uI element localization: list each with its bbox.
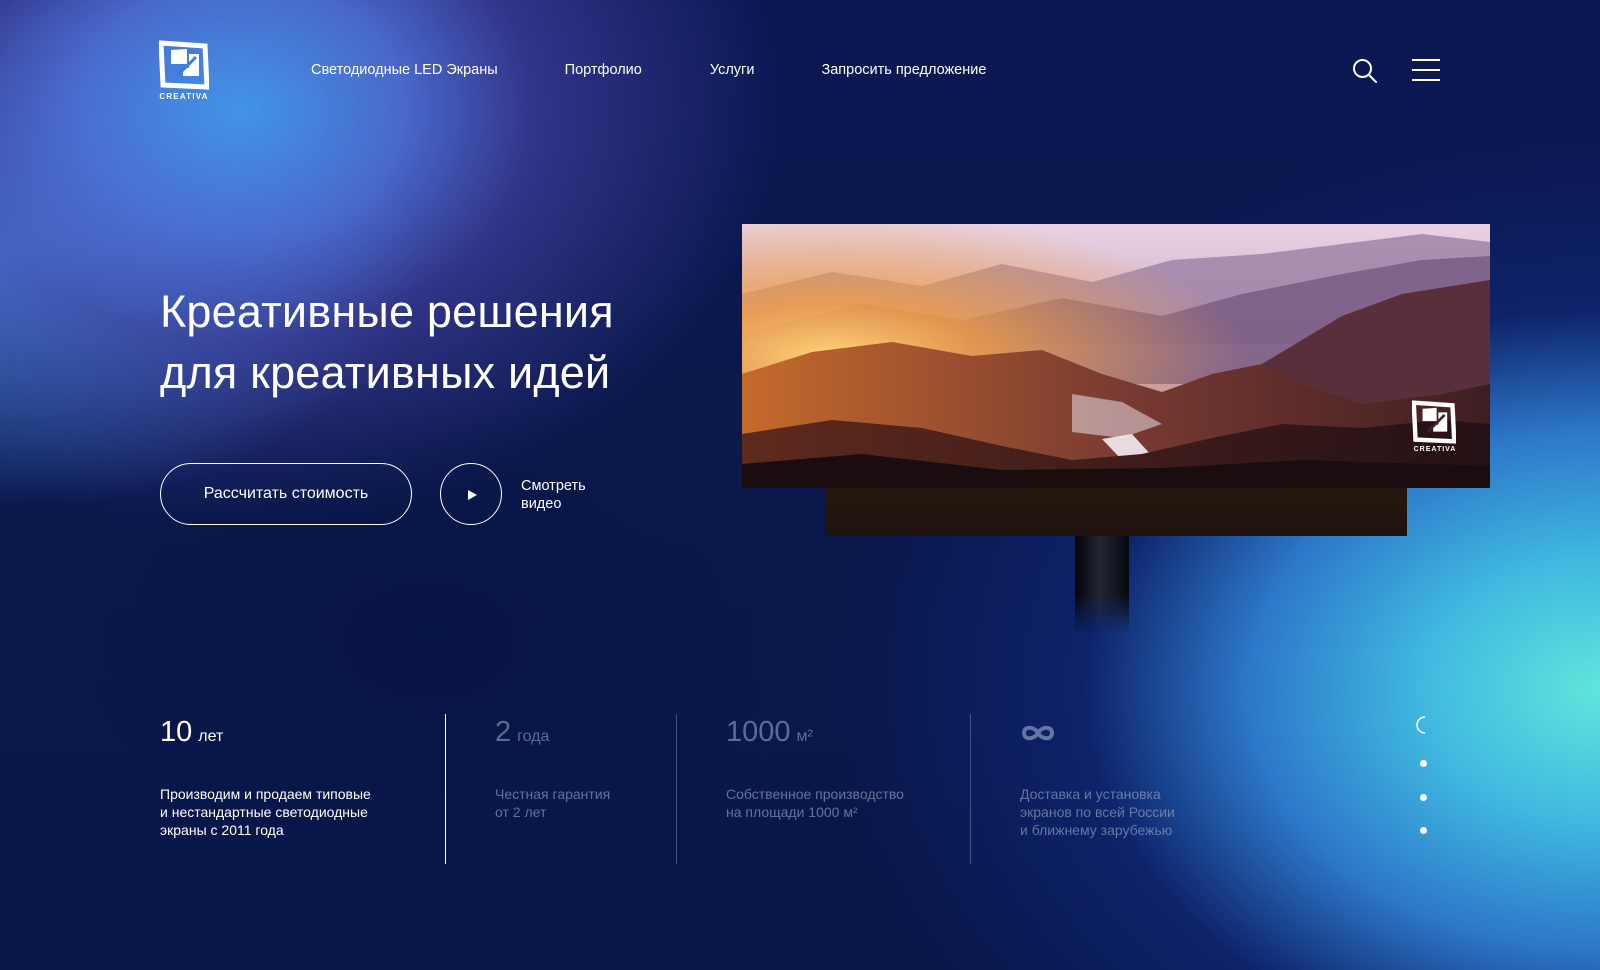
play-icon xyxy=(468,490,477,500)
stat-description: Производим и продаем типовые и нестандар… xyxy=(160,785,400,839)
stat-divider xyxy=(970,714,971,864)
pagination-dot[interactable] xyxy=(1420,794,1427,801)
nav-item-portfolio[interactable]: Портфолио xyxy=(565,62,642,78)
main-nav: Светодиодные LED Экраны Портфолио Услуги… xyxy=(311,62,1053,78)
play-video-button[interactable] xyxy=(440,463,502,525)
stat-desc-line: экраны с 2011 года xyxy=(160,822,284,838)
stat-divider xyxy=(676,714,677,864)
hero-title: Креативные решения для креативных идей xyxy=(160,281,700,403)
hero-title-line-2: для креативных идей xyxy=(160,347,611,398)
logo-text: CREATIVA xyxy=(159,92,209,101)
stat-delivery: ∞ Доставка и установка экранов по всей Р… xyxy=(1020,715,1175,838)
stat-value: 2 xyxy=(495,716,512,748)
pagination-current-indicator[interactable] xyxy=(1414,716,1430,734)
nav-item-request-offer[interactable]: Запросить предложение xyxy=(821,62,986,78)
watch-video-label[interactable]: Смотреть видео xyxy=(521,477,611,513)
mountain-landscape-image xyxy=(742,224,1490,488)
infinity-icon xyxy=(1021,725,1055,741)
stat-value: 10 xyxy=(160,716,193,748)
stat-years-value-row: 10 лет xyxy=(160,715,223,749)
billboard-cabinet xyxy=(825,488,1407,536)
stat-desc-line: экранов по всей России xyxy=(1020,804,1175,820)
pagination-dot[interactable] xyxy=(1420,760,1427,767)
watch-video-line-2: видео xyxy=(521,496,562,512)
hamburger-menu-icon[interactable] xyxy=(1412,58,1440,82)
stat-area-value-row: 1000 м² xyxy=(726,715,813,749)
screen-logo: CREATIVA xyxy=(1412,400,1458,453)
stat-desc-line: и ближнему зарубежью xyxy=(1020,822,1173,838)
stat-description: Собственное производство на площади 1000… xyxy=(726,785,966,821)
stat-desc-line: на площади 1000 м² xyxy=(726,804,858,820)
stat-unit: года xyxy=(517,728,550,745)
creativa-logo[interactable]: CREATIVA xyxy=(159,40,211,102)
logo-mark-icon xyxy=(159,40,209,90)
stat-unit: м² xyxy=(796,728,813,745)
search-icon[interactable] xyxy=(1352,58,1378,84)
stats-section: 10 лет Производим и продаем типовые и нес… xyxy=(0,714,1600,865)
billboard-screen: CREATIVA xyxy=(742,224,1490,488)
stat-unit: лет xyxy=(198,728,224,745)
stat-desc-line: Честная гарантия xyxy=(495,786,611,802)
stat-desc-line: Производим и продаем типовые xyxy=(160,786,371,802)
calculate-cost-button[interactable]: Рассчитать стоимость xyxy=(160,463,412,525)
stat-years: 10 лет Производим и продаем типовые и нес… xyxy=(160,715,371,838)
slider-pagination xyxy=(1413,716,1435,836)
stat-production-area: 1000 м² Собственное производство на площа… xyxy=(726,715,904,820)
led-billboard: CREATIVA xyxy=(742,224,1490,634)
stat-description: Честная гарантия от 2 лет xyxy=(495,785,735,821)
stat-description: Доставка и установка экранов по всей Рос… xyxy=(1020,785,1260,839)
stat-value: 1000 xyxy=(726,716,791,748)
hero-title-line-1: Креативные решения xyxy=(160,286,614,337)
screen-logo-text: CREATIVA xyxy=(1413,446,1457,453)
billboard-pole xyxy=(1075,536,1129,632)
stat-warranty-value-row: 2 года xyxy=(495,715,549,749)
stat-desc-line: Собственное производство xyxy=(726,786,904,802)
stat-divider xyxy=(445,714,446,864)
screen-logo-mark-icon xyxy=(1412,400,1456,444)
stat-warranty: 2 года Честная гарантия от 2 лет xyxy=(495,715,610,820)
stat-desc-line: от 2 лет xyxy=(495,804,547,820)
pagination-dot[interactable] xyxy=(1420,827,1427,834)
nav-item-services[interactable]: Услуги xyxy=(710,62,755,78)
stat-desc-line: Доставка и установка xyxy=(1020,786,1161,802)
nav-item-led-screens[interactable]: Светодиодные LED Экраны xyxy=(311,62,498,78)
stat-desc-line: и нестандартные светодиодные xyxy=(160,804,368,820)
watch-video-line-1: Смотреть xyxy=(521,478,586,494)
